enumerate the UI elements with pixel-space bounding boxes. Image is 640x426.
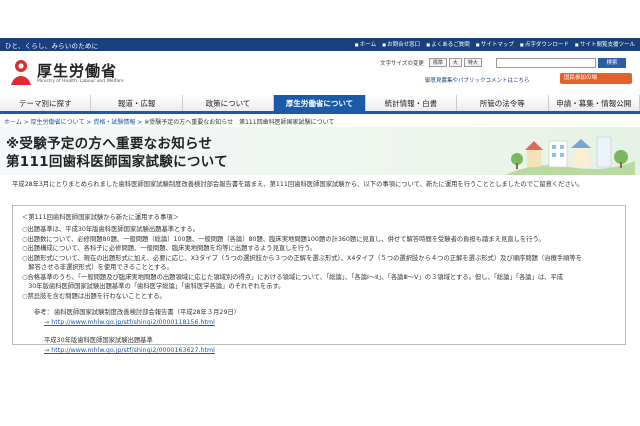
ministry-name[interactable]: 厚生労働省 [37,60,117,81]
accessibility-tool-link[interactable]: サイト閲覧支援ツール [575,40,635,48]
utility-links: ホーム お問合せ窓口 よくあるご質問 サイトマップ 点字ダウンロード サイト閲覧… [355,40,635,48]
font-size-large-button[interactable]: 大 [448,58,462,67]
global-nav: テーマ別に探す 報道・広報 政策について 厚生労働省について 統計情報・白書 所… [0,95,640,114]
tab-about-ministry[interactable]: 厚生労働省について [274,95,366,111]
ministry-logo-icon[interactable] [8,57,34,87]
notice-item: ○禁忌肢を含む問題は出題を行わないこととする。 [22,292,166,300]
ministry-name-english: Ministry of Health, Labour and Welfare [37,79,124,84]
contact-link[interactable]: お問合せ窓口 [382,40,420,48]
notice-item: ○出題形式について、現在の出題形式に加え、必要に応じ、X3タイプ（５つの選択肢か… [22,254,583,262]
font-size-label: 文字サイズの変更 [380,60,424,67]
faq-link[interactable]: よくあるご質問 [426,40,470,48]
reference-2-title: 平成30年版歯科医師国家試験出題基準 [44,337,153,344]
public-comment-link[interactable]: 御意見募集やパブリックコメントはこちら [425,76,530,84]
sitemap-link[interactable]: サイトマップ [476,40,514,48]
braille-download-link[interactable]: 点字ダウンロード [520,40,569,48]
notice-item: ○出題基準は、平成30年版歯科医師国家試験出題基準とする。 [22,226,200,233]
intro-text: 平成28年3月にとりまとめられました歯科医師国家試験制度改善検討部会報告書を踏ま… [12,181,584,188]
breadcrumb-qualifications[interactable]: 資格・試験情報 [93,119,135,126]
reference-1-url[interactable]: http://www.mhlw.go.jp/stf/shingi2/000011… [51,319,215,326]
page-title-line1: ※受験予定の方へ重要なお知らせ [6,136,213,152]
breadcrumb-about[interactable]: 厚生労働省について [31,119,85,126]
tagline: ひと、くらし、みらいのために [5,42,99,50]
page-title-line2: 第111回歯科医師国家試験について [6,154,228,170]
reference-2-url[interactable]: http://www.mhlw.go.jp/stf/shingi2/000016… [51,347,215,354]
font-size-xlarge-button[interactable]: 特大 [463,58,482,67]
breadcrumb: ホーム > 厚生労働省について > 資格・試験情報 > ※受験予定の方へ重要なお… [4,119,335,126]
town-illustration-icon [505,136,635,175]
reference-label: 参考： [34,309,53,316]
home-link[interactable]: ホーム [355,40,376,48]
link-arrow-icon: → [44,319,50,326]
reference-1-title: 歯科医師国家試験制度改善検討部会報告書（平成28年３月29日） [54,309,241,316]
reference-1-link[interactable]: → http://www.mhlw.go.jp/stf/shingi2/0000… [44,319,215,326]
font-size-standard-button[interactable]: 標準 [428,58,447,67]
search-input[interactable] [496,58,596,68]
tab-press[interactable]: 報道・広報 [91,95,183,111]
tab-policy[interactable]: 政策について [182,95,275,111]
notice-item: ○出題数について、必修問題80題、一般問題（総論）100題、一般問題（各論）80… [22,235,545,243]
notice-box-heading: ＜第111回歯科医師国家試験から新たに運用する事項＞ [22,214,179,221]
top-bar: ひと、くらし、みらいのために ホーム お問合せ窓口 よくあるご質問 サイトマップ… [0,38,640,51]
breadcrumb-current: ※受験予定の方へ重要なお知らせ 第111回歯科医師国家試験について [144,119,335,126]
notice-item: 30年版歯科医師国家試験出題基準の「歯科医学総論」「歯科医学各論」のそれぞれを示… [22,283,285,290]
site-header: 厚生労働省 Ministry of Health, Labour and Wel… [0,51,640,93]
search-button[interactable]: 検索 [598,58,626,68]
tab-statistics[interactable]: 統計情報・白書 [365,95,458,111]
tab-applications[interactable]: 申請・募集・情報公開 [548,95,640,111]
font-size-switcher: 文字サイズの変更 標準 大 特大 [380,58,482,67]
public-participation-button[interactable]: 国民参加の場 [560,73,632,84]
breadcrumb-home[interactable]: ホーム [4,119,22,126]
notice-item: ○合格基準のうち、「一般問題及び臨床実地問題の出題領域に応じた領域別の得点」にお… [22,273,564,281]
notice-item: 解答させる非選択形式）を使用できることとする。 [22,264,173,271]
tab-laws[interactable]: 所管の法令等 [457,95,549,111]
tab-themes[interactable]: テーマ別に探す [0,95,92,111]
link-arrow-icon: → [44,347,50,354]
notice-item: ○出題構成について、各科子に必修問題、一般問題、臨床実地問題を均等に出題するよう… [22,245,317,252]
reference-2-link[interactable]: → http://www.mhlw.go.jp/stf/shingi2/0000… [44,347,215,354]
